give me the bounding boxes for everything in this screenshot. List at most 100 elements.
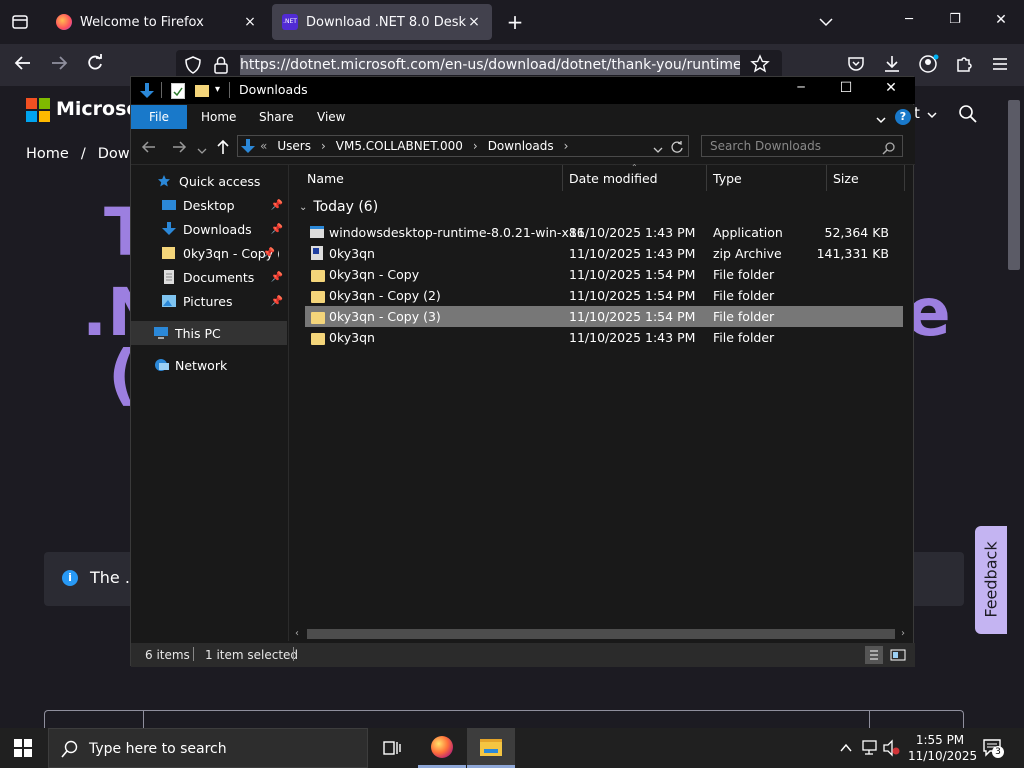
nav-item-desktop[interactable]: Desktop 📌: [131, 193, 287, 217]
group-header-today[interactable]: ⌄ Today (6): [299, 199, 378, 215]
explorer-minimize-button[interactable]: ─: [791, 80, 811, 94]
system-clock[interactable]: 1:55 PM 11/10/2025: [908, 732, 977, 764]
page-table-top: [44, 710, 964, 728]
taskbar-search-box[interactable]: Type here to search: [48, 728, 368, 768]
explorer-search-icon[interactable]: [882, 140, 896, 155]
bookmark-star-icon[interactable]: [750, 54, 770, 74]
page-scrollbar-thumb[interactable]: [1008, 100, 1020, 270]
address-history-chevron-icon[interactable]: [652, 141, 664, 153]
file-row[interactable]: 0ky3qn - Copy 11/10/2025 1:54 PM File fo…: [305, 264, 903, 285]
explorer-close-button[interactable]: ✕: [881, 80, 901, 96]
pocket-icon[interactable]: [846, 54, 866, 74]
explorer-back-arrow-icon[interactable]: [141, 139, 157, 155]
file-size: 52,364 KB: [824, 225, 889, 240]
chevron-down-icon[interactable]: [926, 106, 938, 119]
window-restore-button[interactable]: ❐: [944, 12, 966, 32]
collapse-chevron-icon[interactable]: ⌄: [299, 202, 307, 213]
network-status-icon[interactable]: [862, 739, 880, 757]
nav-item-0ky3qn-copy-2[interactable]: 0ky3qn - Copy (2 📌: [131, 241, 279, 265]
tab-dotnet-download[interactable]: .NET Download .NET 8.0 Desktop Ru ×: [272, 4, 492, 40]
site-search-icon[interactable]: [958, 104, 978, 124]
window-minimize-button[interactable]: ─: [898, 12, 920, 32]
forward-arrow-icon[interactable]: [46, 50, 72, 76]
nav-this-pc[interactable]: This PC: [131, 321, 287, 345]
properties-check-icon[interactable]: [171, 83, 185, 99]
window-close-button[interactable]: ✕: [990, 12, 1012, 32]
column-header-type[interactable]: Type: [705, 165, 827, 191]
column-header-date-modified[interactable]: Date modified: [561, 165, 707, 191]
feedback-button[interactable]: Feedback: [975, 526, 1007, 634]
taskbar-file-explorer-app[interactable]: [467, 728, 515, 768]
details-view-icon[interactable]: [865, 646, 883, 664]
scroll-right-icon[interactable]: ›: [901, 628, 905, 639]
nav-item-documents[interactable]: Documents 📌: [131, 265, 287, 289]
tab-close-icon[interactable]: ×: [466, 14, 482, 30]
ribbon-tab-file[interactable]: File: [131, 105, 187, 129]
breadcrumb-downloads[interactable]: Downloads: [488, 139, 554, 153]
file-row[interactable]: 0ky3qn 11/10/2025 1:43 PM zip Archive 14…: [305, 243, 903, 264]
scrollbar-thumb[interactable]: [307, 629, 895, 639]
recent-locations-chevron-icon[interactable]: [197, 141, 207, 154]
file-row[interactable]: windowsdesktop-runtime-8.0.21-win-x86 11…: [305, 222, 903, 243]
file-row[interactable]: 0ky3qn - Copy (2) 11/10/2025 1:54 PM Fil…: [305, 285, 903, 306]
column-header-name[interactable]: Name: [299, 165, 563, 191]
taskbar-firefox-app[interactable]: [418, 728, 466, 768]
account-icon[interactable]: [918, 54, 940, 74]
url-text[interactable]: https://dotnet.microsoft.com/en-us/downl…: [240, 55, 740, 75]
firefox-tab-bar: Welcome to Firefox × .NET Download .NET …: [0, 0, 1024, 44]
ribbon-tab-share[interactable]: Share: [259, 110, 294, 124]
horizontal-scrollbar[interactable]: ‹ ›: [291, 627, 913, 641]
notification-center-icon[interactable]: 3: [982, 738, 1004, 758]
tracking-shield-icon[interactable]: [184, 55, 202, 75]
file-row-selected[interactable]: 0ky3qn - Copy (3) 11/10/2025 1:54 PM Fil…: [305, 306, 903, 327]
volume-muted-icon[interactable]: [882, 739, 900, 757]
nav-network[interactable]: Network: [131, 353, 287, 377]
reload-icon[interactable]: [82, 50, 108, 76]
explorer-search-box[interactable]: Search Downloads: [701, 135, 903, 157]
address-bar[interactable]: « Users › VM5.COLLABNET.000 › Downloads …: [237, 135, 689, 157]
extensions-puzzle-icon[interactable]: [954, 54, 974, 74]
downloads-icon[interactable]: [882, 54, 902, 74]
folder-icon: [161, 246, 177, 260]
file-row[interactable]: 0ky3qn 11/10/2025 1:43 PM File folder: [305, 327, 903, 348]
file-explorer-folder-icon: [480, 739, 502, 756]
tab-close-icon[interactable]: ×: [242, 14, 258, 30]
navigation-pane: Quick access Desktop 📌 Downloads 📌 0ky3q…: [131, 165, 289, 641]
show-hidden-icons-chevron-icon[interactable]: [838, 740, 854, 756]
ribbon-tab-view[interactable]: View: [317, 110, 345, 124]
refresh-icon[interactable]: [670, 139, 684, 153]
back-arrow-icon[interactable]: [10, 50, 36, 76]
up-arrow-icon[interactable]: [215, 138, 231, 156]
task-view-icon[interactable]: [382, 738, 402, 758]
breadcrumb-overflow[interactable]: «: [260, 139, 267, 153]
tab-title: Download .NET 8.0 Desktop Ru: [306, 14, 466, 30]
explorer-maximize-button[interactable]: ☐: [836, 80, 856, 96]
explorer-window-title: Downloads: [239, 82, 308, 97]
breadcrumb-users[interactable]: Users: [277, 139, 311, 153]
new-tab-button[interactable]: +: [504, 10, 526, 34]
menu-hamburger-icon[interactable]: [990, 54, 1010, 74]
firefox-view-icon[interactable]: [10, 12, 30, 32]
nav-quick-access[interactable]: Quick access: [131, 169, 287, 193]
expand-ribbon-chevron-icon[interactable]: [875, 111, 887, 124]
file-date: 11/10/2025 1:54 PM: [569, 309, 696, 324]
microsoft-logo-icon[interactable]: [26, 98, 50, 122]
ribbon-tab-home[interactable]: Home: [201, 110, 236, 124]
nav-item-pictures[interactable]: Pictures 📌: [131, 289, 287, 313]
customize-toolbar-chevron-icon[interactable]: ▾: [215, 84, 220, 95]
taskbar-search-placeholder: Type here to search: [89, 741, 227, 757]
lock-icon[interactable]: [212, 55, 230, 75]
explorer-forward-arrow-icon[interactable]: [171, 139, 187, 155]
file-name: 0ky3qn: [329, 330, 375, 345]
windows-start-icon[interactable]: [14, 739, 32, 757]
large-icons-view-icon[interactable]: [889, 646, 907, 664]
scroll-left-icon[interactable]: ‹: [295, 628, 299, 639]
column-header-size[interactable]: Size: [825, 165, 905, 191]
help-icon[interactable]: ?: [895, 109, 911, 125]
breadcrumb-home[interactable]: Home: [26, 146, 69, 162]
tab-welcome-firefox[interactable]: Welcome to Firefox ×: [46, 4, 268, 40]
new-folder-icon[interactable]: [195, 85, 209, 97]
nav-item-downloads[interactable]: Downloads 📌: [131, 217, 287, 241]
breadcrumb-vm5[interactable]: VM5.COLLABNET.000: [336, 139, 463, 153]
list-tabs-chevron-down-icon[interactable]: [816, 12, 836, 32]
